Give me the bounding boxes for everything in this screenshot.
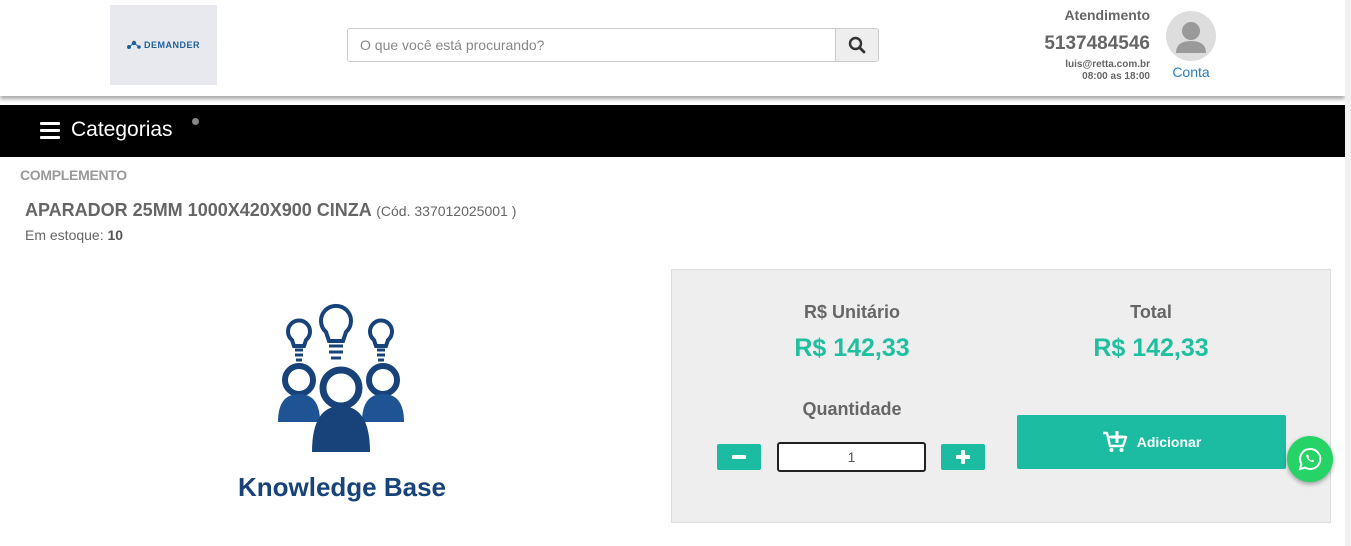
total-label: Total — [1130, 302, 1172, 322]
product-title-row: APARADOR 25MM 1000X420X900 CINZA (Cód. 3… — [25, 200, 516, 221]
cart-add-icon — [1102, 431, 1127, 452]
knowledge-base-illustration: Knowledge Base — [238, 303, 446, 502]
categories-button[interactable]: Categorias — [40, 118, 173, 142]
nav-indicator-dot — [192, 118, 199, 125]
contact-phone[interactable]: 5137484546 — [1044, 33, 1150, 55]
product-image: Knowledge Base — [218, 300, 468, 510]
account-link[interactable]: Conta — [1166, 64, 1216, 80]
quantity-label: Quantidade — [802, 399, 902, 419]
decrease-quantity-button[interactable] — [717, 444, 761, 470]
add-to-cart-label: Adicionar — [1136, 434, 1202, 450]
contact-email[interactable]: luis@retta.com.br — [1044, 59, 1150, 70]
logo-inner: DEMANDER — [126, 40, 200, 50]
account-menu[interactable]: Conta — [1166, 11, 1216, 80]
whatsapp-icon — [1298, 447, 1322, 471]
categories-label: Categorias — [71, 118, 173, 141]
contact-info: Atendimento 5137484546 luis@retta.com.br… — [1044, 7, 1150, 82]
product-category[interactable]: COMPLEMENTO — [20, 167, 127, 183]
logo-text: DEMANDER — [143, 40, 200, 50]
stock-label: Em estoque: — [25, 227, 104, 243]
add-to-cart-button[interactable]: Adicionar — [1017, 415, 1286, 469]
logo[interactable]: DEMANDER — [110, 5, 217, 85]
navbar: Categorias — [0, 105, 1345, 157]
quantity-input[interactable] — [777, 442, 926, 472]
search-bar — [347, 28, 879, 62]
increase-quantity-button[interactable] — [941, 444, 985, 470]
search-icon — [848, 36, 866, 54]
stock-info: Em estoque: 10 — [25, 227, 123, 243]
unit-price-label: R$ Unitário — [803, 302, 900, 322]
minus-icon — [732, 455, 746, 459]
whatsapp-button[interactable] — [1287, 436, 1333, 482]
contact-hours: 08:00 as 18:00 — [1082, 71, 1150, 82]
total-price: R$ 142,33 — [1093, 334, 1209, 362]
image-caption: Knowledge Base — [238, 472, 446, 502]
search-button[interactable] — [835, 29, 878, 61]
page-scrollbar[interactable] — [1345, 0, 1351, 546]
page: DEMANDER Atendimento 5137484546 luis@ret… — [0, 0, 1351, 546]
contact-label: Atendimento — [1064, 7, 1150, 23]
hamburger-menu-icon — [40, 121, 60, 139]
plus-icon — [956, 450, 970, 464]
stock-value: 10 — [107, 227, 124, 243]
logo-mark-icon — [126, 40, 141, 49]
header: DEMANDER Atendimento 5137484546 luis@ret… — [0, 0, 1345, 96]
user-avatar-icon[interactable] — [1166, 11, 1216, 61]
product-title: APARADOR 25MM 1000X420X900 CINZA — [25, 200, 372, 220]
unit-price: R$ 142,33 — [794, 334, 910, 362]
search-input[interactable] — [348, 29, 835, 61]
buy-panel: R$ Unitário R$ 142,33 Total R$ 142,33 Qu… — [671, 269, 1331, 523]
product-code: (Cód. 337012025001 ) — [376, 203, 517, 219]
